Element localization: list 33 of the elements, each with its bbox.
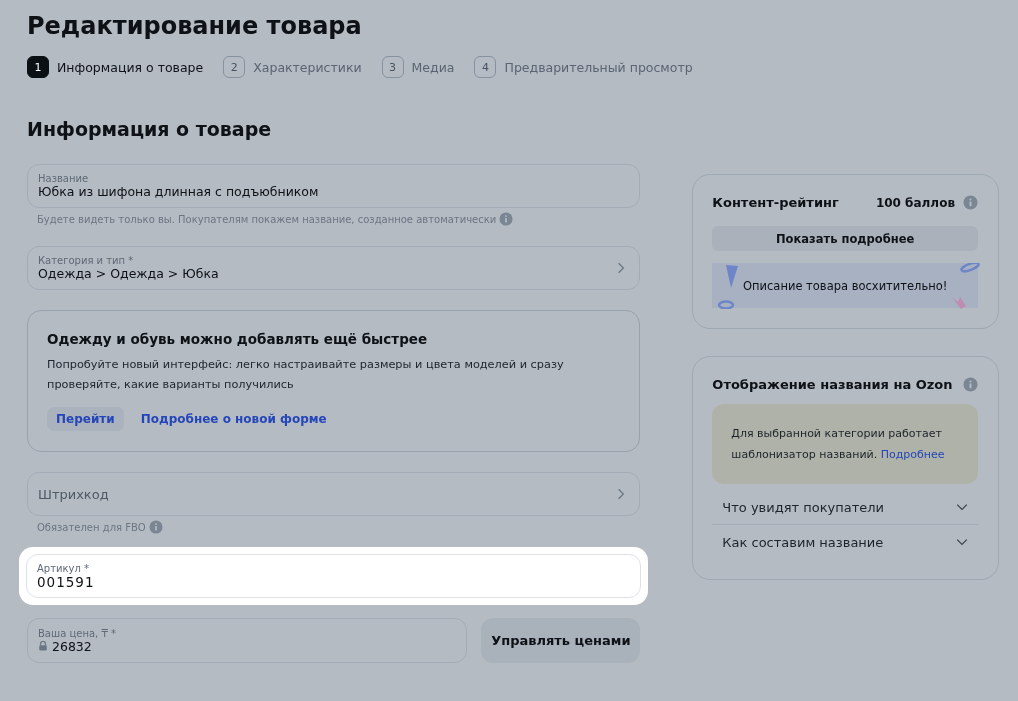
accordion-item[interactable]: Что увидят покупатели [712,490,978,524]
chevron-right-icon [617,488,626,500]
accordion-item[interactable]: Как составим название [712,524,978,559]
step-tab[interactable]: 1 Информация о товаре [27,56,204,78]
naming-title: Отображение названия на Ozon [712,377,953,392]
input-field[interactable]: Название Юбка из шифона длинная с подъюбником [27,164,641,208]
chevron-down-icon [956,503,968,511]
promo-title: Одежду и обувь можно добавлять ещё быстрее [47,331,429,347]
chevron-down-icon [956,538,968,546]
rating-banner: Описание товара восхитительно! [712,263,978,308]
go-button[interactable]: Перейти [47,407,124,431]
field-hint: Будете видеть только вы. Покупателям покажем название, созданное автоматически [37,213,497,225]
show-more-button[interactable]: Показать подробнее [712,226,978,251]
select-field[interactable]: Категория и тип * Одежда > Одежда > Юбка [27,246,641,290]
field-hint: Обязателен для FBO [37,521,146,533]
notice-text: Для выбранной категории работает шаблонизатор названий. Подробнее [731,427,945,461]
price-field[interactable]: Ваша цена, ₸ * 26832 [27,618,468,663]
more-link[interactable]: Подробнее [880,448,945,461]
input-field[interactable]: Артикул * 001591 [26,554,642,598]
step-tab[interactable]: 3 Медиа [381,56,455,78]
promo-text: Попробуйте новый интерфейс: легко настраивайте размеры и цвета моделей и сразу проверяйте, какие варианты получились [47,357,565,393]
info-icon [963,195,978,210]
select-field[interactable]: Штрихкод [27,472,641,516]
rating-score: 100 баллов [875,195,955,210]
chevron-right-icon [617,262,626,274]
step-tab[interactable]: 2 Характеристики [223,56,362,78]
rating-title: Контент-рейтинг [712,195,839,210]
step-tab[interactable]: 4 Предварительный просмотр [474,56,693,78]
page-title: Редактирование товара [27,11,363,42]
info-icon [963,377,978,392]
manage-prices-button[interactable]: Управлять ценами [481,618,641,663]
more-link[interactable]: Подробнее о новой форме [140,412,327,426]
section-title: Информация о товаре [27,118,273,140]
